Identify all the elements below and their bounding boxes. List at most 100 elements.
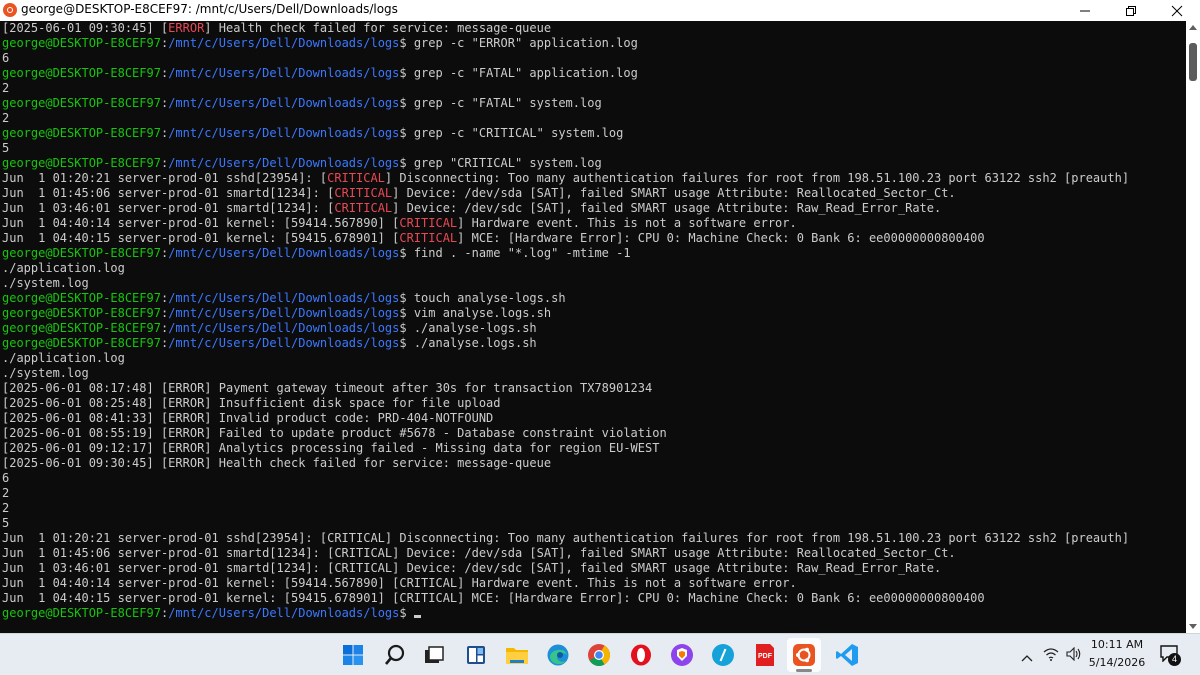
terminal-text: 2 [2,501,10,515]
prompt-path: /mnt/c/Users/Dell/Downloads/logs [168,126,400,140]
minimize-button[interactable] [1062,0,1108,21]
prompt-path: /mnt/c/Users/Dell/Downloads/logs [168,606,400,620]
terminal-line: 2 [2,111,1129,126]
scrollbar-thumb[interactable] [1189,43,1197,81]
terminal-text: Jun 1 04:40:14 server-prod-01 kernel: [5… [2,216,400,230]
prompt-user: george@DESKTOP-E8CEF97 [2,336,161,350]
terminal-line: 5 [2,141,1129,156]
terminal-line: Jun 1 01:45:06 server-prod-01 smartd[123… [2,546,1129,561]
terminal-line: george@DESKTOP-E8CEF97:/mnt/c/Users/Dell… [2,336,1129,351]
edge-icon[interactable] [545,642,571,668]
prompt-user: george@DESKTOP-E8CEF97 [2,246,161,260]
vscode-icon[interactable] [834,642,860,668]
terminal-line: [2025-06-01 08:25:48] [ERROR] Insufficie… [2,396,1129,411]
slash-app-icon[interactable] [710,642,736,668]
terminal-text: Jun 1 04:40:15 server-prod-01 kernel: [5… [2,231,400,245]
terminal-text: $ grep -c "FATAL" application.log [399,66,638,80]
chevron-up-icon[interactable] [1021,648,1033,667]
terminal-line: george@DESKTOP-E8CEF97:/mnt/c/Users/Dell… [2,66,1129,81]
terminal-cursor [413,615,421,618]
terminal-line: george@DESKTOP-E8CEF97:/mnt/c/Users/Dell… [2,96,1129,111]
terminal-line: Jun 1 04:40:14 server-prod-01 kernel: [5… [2,576,1129,591]
terminal-text: Jun 1 01:45:06 server-prod-01 smartd[123… [2,186,335,200]
terminal-text: Jun 1 04:40:14 server-prod-01 kernel: [5… [2,576,797,590]
restore-button[interactable] [1108,0,1154,21]
speaker-icon[interactable] [1066,646,1082,665]
notification-button[interactable]: 4 [1159,644,1183,668]
terminal-line: george@DESKTOP-E8CEF97:/mnt/c/Users/Dell… [2,156,1129,171]
terminal-lines: [2025-06-01 09:30:45] [ERROR] Health che… [2,21,1129,621]
terminal-text: ./application.log [2,351,125,365]
terminal-text: 2 [2,486,10,500]
terminal-text: ] Disconnecting: Too many authentication… [384,171,1130,185]
close-button[interactable] [1154,0,1200,21]
chrome-icon[interactable] [586,642,612,668]
prompt-user: george@DESKTOP-E8CEF97 [2,36,161,50]
terminal-text: ./system.log [2,276,89,290]
terminal-text: $ ./analyse.logs.sh [399,336,537,350]
minimize-icon [1080,10,1090,11]
scroll-down-arrow-icon[interactable] [1189,624,1197,629]
terminal-text: $ grep "CRITICAL" system.log [399,156,602,170]
terminal-line: [2025-06-01 09:30:45] [ERROR] Health che… [2,456,1129,471]
terminal-line: Jun 1 01:45:06 server-prod-01 smartd[123… [2,186,1129,201]
terminal-text: 5 [2,141,10,155]
terminal-text: [2025-06-01 09:30:45] [ [2,21,169,35]
task-view-icon[interactable] [421,642,447,668]
terminal-text: [2025-06-01 08:55:19] [ERROR] Failed to … [2,426,667,440]
prompt-user: george@DESKTOP-E8CEF97 [2,291,161,305]
prompt-user: george@DESKTOP-E8CEF97 [2,126,161,140]
terminal-text: 2 [2,111,10,125]
file-explorer-icon[interactable] [504,642,530,668]
terminal-line: george@DESKTOP-E8CEF97:/mnt/c/Users/Dell… [2,321,1129,336]
clock-date[interactable]: 5/14/2026 [1087,656,1147,669]
window-title: george@DESKTOP-E8CEF97: /mnt/c/Users/Del… [21,2,398,16]
wifi-icon[interactable] [1043,646,1059,665]
prompt-user: george@DESKTOP-E8CEF97 [2,606,161,620]
terminal-text: $ grep -c "CRITICAL" system.log [399,126,624,140]
highlighted-keyword: CRITICAL [334,201,393,215]
terminal-output[interactable]: [2025-06-01 09:30:45] [ERROR] Health che… [0,21,1186,633]
opera-icon[interactable] [628,642,654,668]
terminal-line: george@DESKTOP-E8CEF97:/mnt/c/Users/Dell… [2,246,1129,261]
terminal-text: [2025-06-01 09:30:45] [ERROR] Health che… [2,456,552,470]
prompt-user: george@DESKTOP-E8CEF97 [2,306,161,320]
terminal-line: george@DESKTOP-E8CEF97:/mnt/c/Users/Dell… [2,606,1129,621]
terminal-line: ./application.log [2,261,1129,276]
terminal-text: $ [399,606,414,620]
terminal-text: Jun 1 01:20:21 server-prod-01 sshd[23954… [2,531,1130,545]
terminal-text: $ grep -c "ERROR" application.log [399,36,638,50]
prompt-path: /mnt/c/Users/Dell/Downloads/logs [168,156,400,170]
terminal-scrollbar[interactable] [1186,21,1200,633]
terminal-line: [2025-06-01 08:17:48] [ERROR] Payment ga… [2,381,1129,396]
windows-start-icon[interactable] [340,642,366,668]
terminal-text: 6 [2,51,10,65]
terminal-text: Jun 1 03:46:01 server-prod-01 smartd[123… [2,561,942,575]
highlighted-keyword: CRITICAL [399,216,458,230]
terminal-line: Jun 1 01:20:21 server-prod-01 sshd[23954… [2,171,1129,186]
clock-time[interactable]: 10:11 AM [1087,638,1147,651]
pdf-app-icon[interactable]: PDF [752,642,778,668]
terminal-line: [2025-06-01 09:30:45] [ERROR] Health che… [2,21,1129,36]
terminal-text: ./system.log [2,366,89,380]
terminal-text: [2025-06-01 09:12:17] [ERROR] Analytics … [2,441,660,455]
terminal-line: Jun 1 03:46:01 server-prod-01 smartd[123… [2,201,1129,216]
prompt-user: george@DESKTOP-E8CEF97 [2,321,161,335]
terminal-text: $ grep -c "FATAL" system.log [399,96,602,110]
terminal-text: [2025-06-01 08:41:33] [ERROR] Invalid pr… [2,411,494,425]
terminal-line: ./application.log [2,351,1129,366]
brave-icon[interactable] [669,642,695,668]
terminal-line: 6 [2,471,1129,486]
terminal-text: ] Hardware event. This is not a software… [457,216,797,230]
search-icon[interactable] [382,642,408,668]
prompt-user: george@DESKTOP-E8CEF97 [2,156,161,170]
terminal-text: Jun 1 01:45:06 server-prod-01 smartd[123… [2,546,956,560]
scroll-up-arrow-icon[interactable] [1189,25,1197,30]
ubuntu-icon[interactable] [787,638,821,672]
terminal-text: $ ./analyse-logs.sh [399,321,537,335]
terminal-line: Jun 1 04:40:15 server-prod-01 kernel: [5… [2,231,1129,246]
widgets-icon[interactable] [463,642,489,668]
terminal-text: Jun 1 03:46:01 server-prod-01 smartd[123… [2,201,335,215]
terminal-text: 5 [2,516,10,530]
highlighted-keyword: ERROR [168,21,205,35]
